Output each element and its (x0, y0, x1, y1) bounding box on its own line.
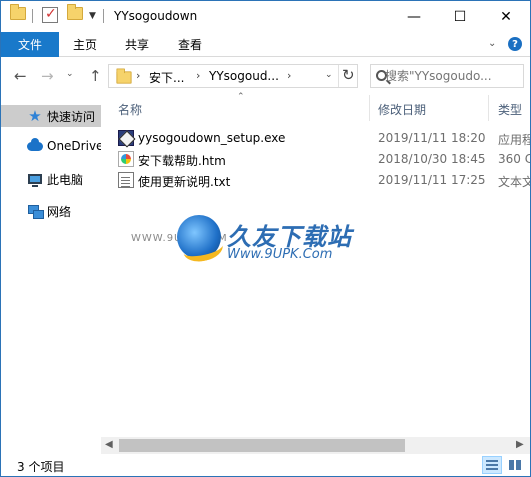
maximize-button[interactable]: ☐ (437, 1, 483, 32)
recent-dropdown-icon[interactable]: ⌄ (66, 69, 74, 79)
star-icon: ★ (28, 106, 42, 125)
search-input[interactable] (385, 67, 521, 85)
file-date: 2019/11/11 18:20 (378, 131, 486, 145)
details-view-icon (486, 460, 498, 470)
large-icons-view-button[interactable] (505, 456, 525, 474)
nav-item-this-pc[interactable]: 此电脑 (1, 168, 101, 190)
breadcrumb-item[interactable]: 安下... (149, 69, 184, 86)
file-type: 文本文 (498, 175, 530, 189)
close-button[interactable]: ✕ (483, 1, 529, 32)
file-row[interactable]: 使用更新说明.txt 2019/11/11 17:25 文本文 (112, 170, 530, 191)
quick-access-dropdown-icon[interactable]: ▼ (89, 11, 96, 21)
forward-arrow-icon[interactable]: → (41, 67, 54, 85)
file-row[interactable]: 安下载帮助.htm 2018/10/30 18:45 360 C (112, 149, 530, 170)
item-count: 3 个项目 (17, 460, 65, 474)
file-date: 2019/11/11 17:25 (378, 173, 486, 187)
column-type-header[interactable]: 类型 (498, 101, 522, 118)
navigation-bar: ← → ⌄ ↑ › 安下... › YYsogoud... › ⌄ ↻ (1, 57, 530, 95)
divider (338, 65, 339, 87)
folder-icon[interactable] (10, 4, 26, 25)
scrollbar-thumb[interactable] (119, 439, 405, 452)
nav-item-network[interactable]: 网络 (1, 200, 101, 222)
expand-ribbon-icon[interactable]: ⌄ (488, 38, 496, 49)
column-date-header[interactable]: 修改日期 (378, 101, 426, 118)
nav-item-label: 网络 (47, 204, 72, 219)
back-arrow-icon[interactable]: ← (14, 67, 27, 85)
tab-home[interactable]: 主页 (73, 32, 97, 57)
navigation-pane: ★ 快速访问 OneDrive 此电脑 网络 (1, 95, 101, 453)
watermark: WWW.9UPK.COM 久友下载站 Www.9UPK.Com (121, 213, 381, 273)
window-title: YYsogoudown (114, 9, 198, 23)
properties-icon[interactable] (42, 6, 58, 25)
onedrive-icon (27, 137, 43, 154)
column-divider[interactable] (488, 95, 489, 121)
file-type: 360 C (498, 152, 530, 166)
nav-item-label: 此电脑 (47, 172, 84, 187)
explorer-window: ▼ YYsogoudown — ☐ ✕ 文件 主页 共享 查看 ⌄ ? ← → … (0, 0, 531, 477)
htm-icon (118, 151, 134, 167)
column-name-header[interactable]: 名称 (118, 101, 142, 118)
nav-item-label: OneDrive (47, 139, 101, 153)
new-folder-icon[interactable] (67, 4, 83, 25)
network-icon (27, 203, 44, 219)
up-arrow-icon[interactable]: ↑ (89, 67, 102, 85)
watermark-logo-icon (177, 215, 221, 259)
file-row[interactable]: yysogoudown_setup.exe 2019/11/11 18:20 应… (112, 128, 530, 149)
nav-item-onedrive[interactable]: OneDrive (1, 135, 101, 157)
tab-view[interactable]: 查看 (178, 32, 202, 57)
scroll-left-icon[interactable]: ◀ (105, 439, 113, 450)
file-date: 2018/10/30 18:45 (378, 152, 486, 166)
status-bar: 3 个项目 (1, 454, 530, 476)
exe-icon (118, 130, 134, 146)
large-icons-view-icon (509, 460, 521, 470)
folder-icon (116, 68, 132, 84)
file-name: yysogoudown_setup.exe (138, 131, 286, 145)
watermark-url: Www.9UPK.Com (227, 247, 333, 262)
horizontal-scrollbar[interactable]: ◀ ▶ (101, 437, 530, 454)
sort-ascending-icon: ⌃ (237, 92, 245, 102)
tab-file[interactable]: 文件 (1, 32, 59, 57)
nav-item-quick-access[interactable]: ★ 快速访问 (1, 105, 101, 127)
title-bar: ▼ YYsogoudown — ☐ ✕ (1, 1, 530, 32)
txt-icon (118, 172, 134, 188)
breadcrumb-chevron-icon[interactable]: › (196, 69, 200, 82)
divider (32, 9, 33, 23)
file-name: 安下载帮助.htm (138, 154, 226, 168)
search-box[interactable] (370, 64, 524, 88)
nav-item-label: 快速访问 (47, 109, 96, 124)
column-divider[interactable] (369, 95, 370, 121)
file-type: 应用程序 (498, 133, 530, 147)
refresh-icon[interactable]: ↻ (342, 66, 355, 84)
minimize-button[interactable]: — (391, 1, 437, 32)
scroll-right-icon[interactable]: ▶ (516, 439, 524, 450)
details-view-button[interactable] (482, 456, 502, 474)
tab-share[interactable]: 共享 (125, 32, 149, 57)
address-bar[interactable]: › 安下... › YYsogoud... › ⌄ ↻ (108, 64, 358, 88)
breadcrumb-chevron-icon[interactable]: › (287, 69, 291, 82)
help-icon[interactable]: ? (508, 37, 522, 51)
ribbon-tabs: 文件 主页 共享 查看 ⌄ ? (1, 32, 530, 57)
breadcrumb-item[interactable]: YYsogoud... (209, 69, 279, 83)
breadcrumb-chevron-icon[interactable]: › (136, 69, 140, 82)
address-dropdown-icon[interactable]: ⌄ (325, 70, 333, 80)
this-pc-icon (27, 171, 43, 187)
divider (103, 9, 104, 23)
file-name: 使用更新说明.txt (138, 175, 231, 189)
column-header: ⌃ 名称 修改日期 类型 (101, 92, 530, 121)
